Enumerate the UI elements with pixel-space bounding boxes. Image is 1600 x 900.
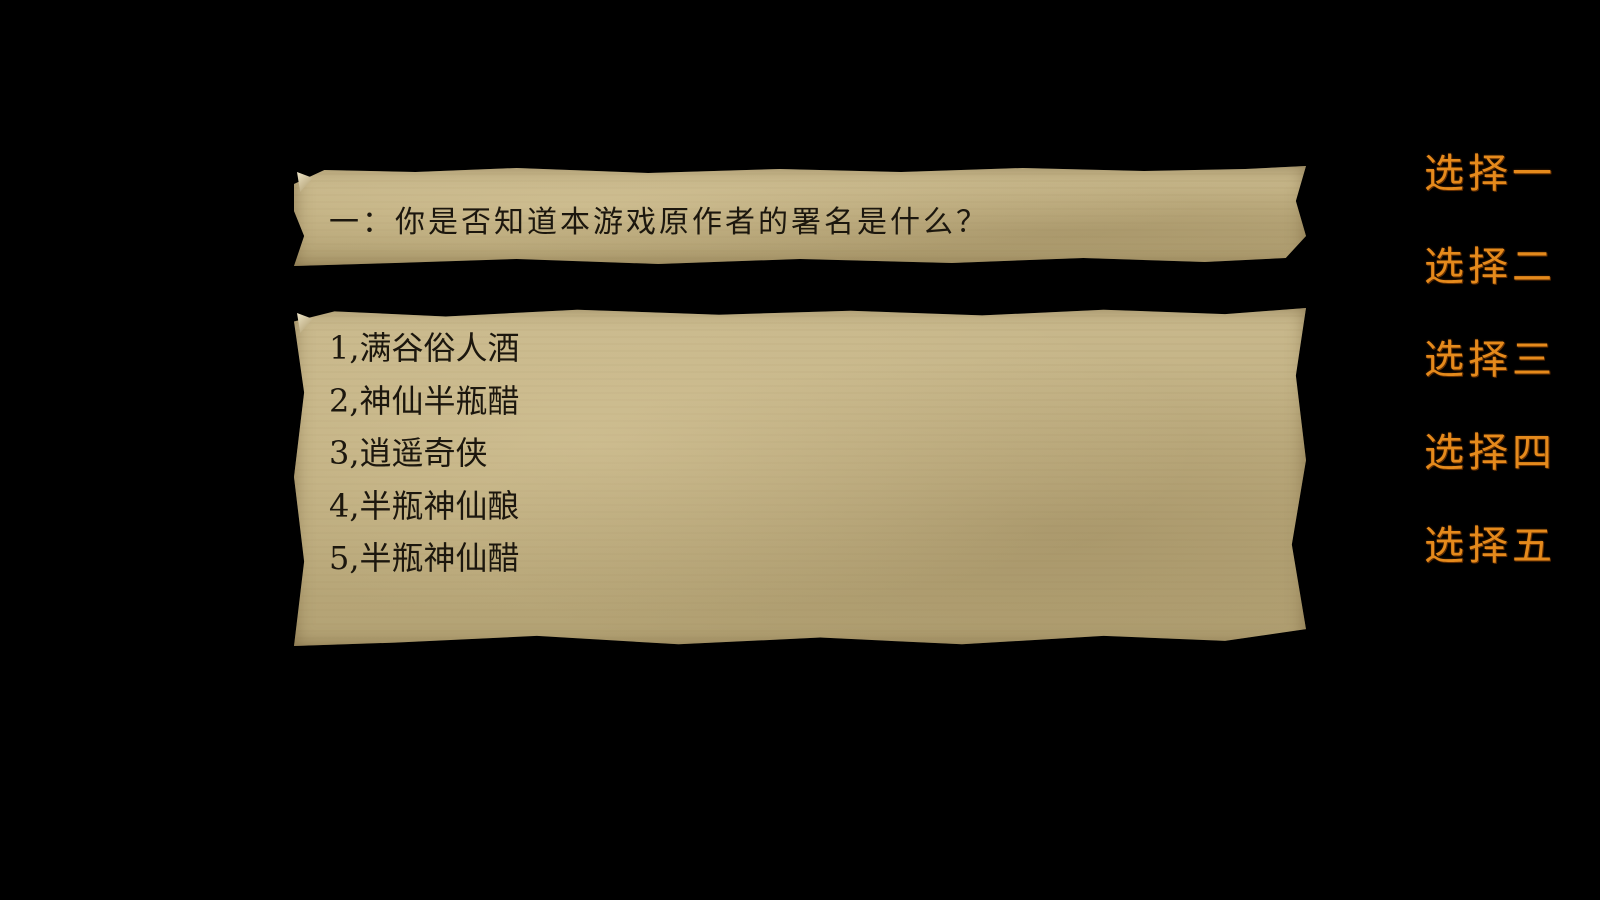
quiz-screen: 一：你是否知道本游戏原作者的署名是什么？ 1,满谷俗人酒 2,神仙半瓶醋 3,逍… [0,0,1600,900]
answer-option-2: 2,神仙半瓶醋 [329,381,520,420]
answer-option-1: 1,满谷俗人酒 [329,329,520,367]
question-text: 一：你是否知道本游戏原作者的署名是什么？ [329,205,989,240]
choice-button-2[interactable]: 选择二 [1424,237,1584,330]
answer-list: 1,满谷俗人酒 2,神仙半瓶醋 3,逍遥奇侠 4,半瓶神仙酿 5,半瓶神仙醋 [329,322,520,585]
answer-option-3: 3,逍遥奇侠 [329,434,488,472]
choice-button-5[interactable]: 选择五 [1424,516,1584,609]
answer-option-4: 4,半瓶神仙酿 [329,486,520,525]
choice-button-1[interactable]: 选择一 [1424,144,1584,237]
choice-menu: 选择一 选择二 选择三 选择四 选择五 [1424,144,1584,609]
choice-button-4[interactable]: 选择四 [1424,423,1584,516]
answer-option-5: 5,半瓶神仙醋 [329,539,520,577]
choice-button-3[interactable]: 选择三 [1424,330,1584,423]
